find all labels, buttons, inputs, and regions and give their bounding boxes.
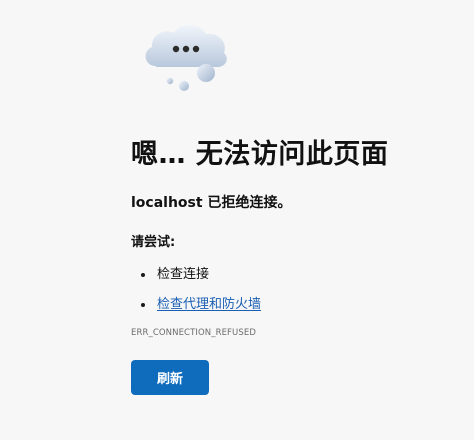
try-label: 请尝试: [131,235,176,250]
suggestion-check-connection: 检查连接 [131,260,261,290]
refresh-button[interactable]: 刷新 [131,360,209,395]
error-page: 嗯… 无法访问此页面 localhost 已拒绝连接。 请尝试: 检查连接 检查… [0,0,474,440]
error-code: ERR_CONNECTION_REFUSED [131,328,256,338]
suggestion-check-proxy-firewall: 检查代理和防火墙 [131,290,261,320]
suggestion-list: 检查连接 检查代理和防火墙 [131,260,261,320]
bullet-icon [141,273,145,277]
thinking-cloud-icon [140,18,232,94]
bullet-icon [141,303,145,307]
suggestion-label: 检查连接 [157,267,210,282]
error-message: localhost 已拒绝连接。 [131,195,292,211]
check-proxy-firewall-link[interactable]: 检查代理和防火墙 [157,297,261,312]
page-title: 嗯… 无法访问此页面 [131,139,389,170]
